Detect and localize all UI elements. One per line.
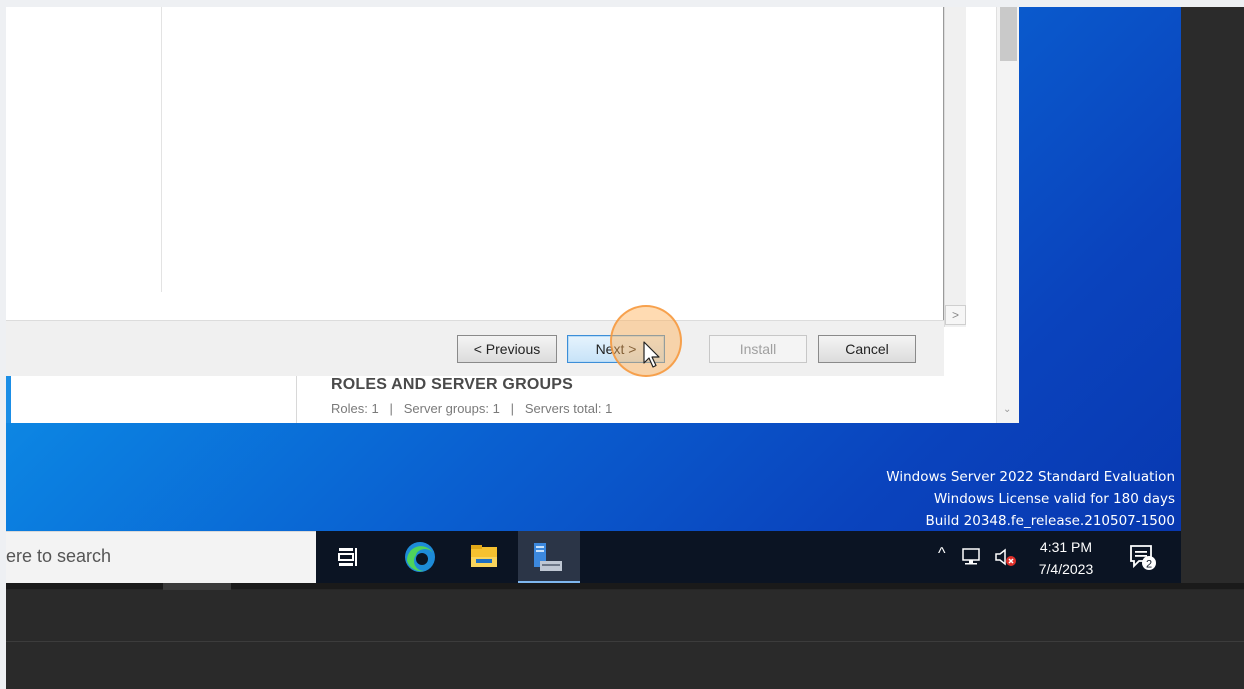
- watermark-license: Windows License valid for 180 days: [933, 491, 1175, 507]
- taskbar: ^ 4:31 PM 7/4/2023 2: [316, 531, 1181, 583]
- install-button[interactable]: Install: [709, 335, 807, 363]
- screen-recording-frame: es ROLES AND SERVER GROUPS Roles: 1 | Se…: [6, 7, 1244, 689]
- previous-button[interactable]: < Previous: [457, 335, 557, 363]
- pane-divider: [296, 375, 297, 423]
- notification-count: 2: [1146, 559, 1152, 571]
- file-explorer-icon[interactable]: [458, 531, 510, 583]
- wizard-nav-divider: [161, 7, 162, 292]
- clock-date: 7/4/2023: [1038, 561, 1094, 577]
- right-dark-panel: [1181, 7, 1244, 583]
- scroll-down-icon[interactable]: ⌄: [1003, 404, 1011, 415]
- wizard-vertical-scrollbar[interactable]: [944, 7, 966, 327]
- watermark-build: Build 20348.fe_release.210507-1500: [925, 513, 1175, 529]
- windows-watermark: Windows Server 2022 Standard Evaluation …: [766, 466, 1175, 532]
- volume-muted-icon[interactable]: [993, 546, 1017, 568]
- watermark-edition: Windows Server 2022 Standard Evaluation: [886, 469, 1175, 485]
- player-bottom-panel: [6, 590, 1244, 689]
- add-roles-wizard-dialog: < Previous Next > Install Cancel: [6, 7, 944, 376]
- cancel-button[interactable]: Cancel: [818, 335, 916, 363]
- panel-divider: [6, 641, 1244, 642]
- roles-groups-title: ROLES AND SERVER GROUPS: [331, 376, 573, 393]
- server-manager-left-pane: [6, 375, 298, 423]
- taskbar-search-box[interactable]: ere to search: [6, 531, 316, 583]
- mouse-cursor-icon: [643, 341, 660, 368]
- edge-icon[interactable]: [394, 531, 446, 583]
- server-manager-icon[interactable]: [518, 531, 580, 583]
- clock[interactable]: 4:31 PM 7/4/2023: [1030, 536, 1102, 580]
- task-view-icon[interactable]: [322, 531, 374, 583]
- server-manager-scrollbar[interactable]: ⌄: [996, 7, 1019, 423]
- show-hidden-icons-icon[interactable]: ^: [938, 545, 946, 563]
- scrollbar-thumb[interactable]: [1000, 7, 1017, 61]
- tooltip-stub: [163, 583, 231, 590]
- notification-center-icon[interactable]: 2: [1127, 543, 1159, 573]
- network-icon[interactable]: [961, 546, 983, 568]
- clock-time: 4:31 PM: [1039, 539, 1093, 555]
- scroll-right-icon[interactable]: >: [945, 305, 966, 325]
- search-placeholder: ere to search: [6, 546, 112, 566]
- roles-groups-stats: Roles: 1 | Server groups: 1 | Servers to…: [331, 401, 613, 416]
